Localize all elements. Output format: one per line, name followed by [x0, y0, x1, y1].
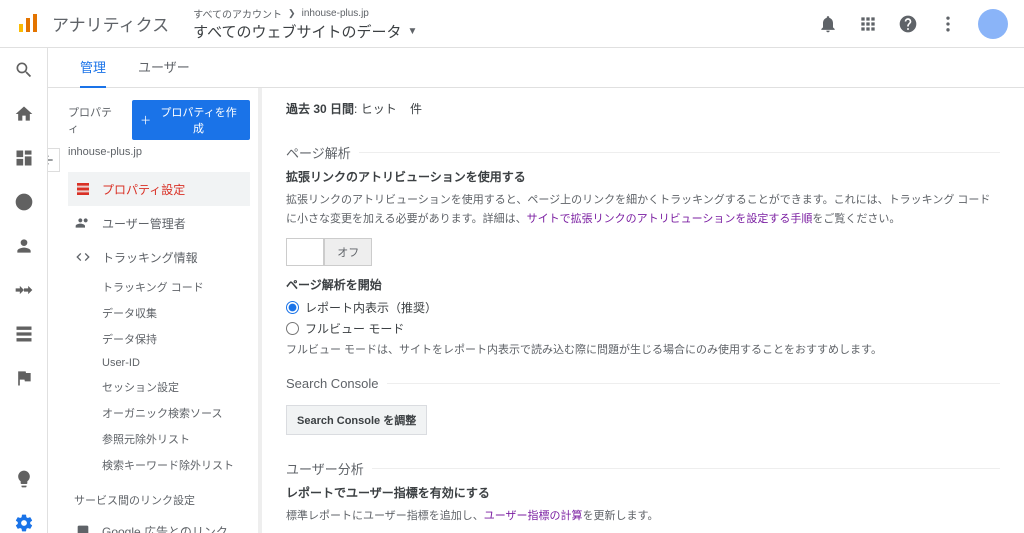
settings-panel: 過去 30 日間: ヒット 件 ページ解析 拡張リンクのアトリビューションを使用…: [258, 88, 1024, 533]
view-title: すべてのウェブサイトのデータ: [193, 21, 401, 42]
tab-admin[interactable]: 管理: [80, 48, 106, 88]
sidebar-item-property-settings[interactable]: プロパティ設定: [68, 172, 250, 206]
help-icon[interactable]: [898, 14, 918, 34]
person-icon[interactable]: [14, 236, 34, 256]
search-icon[interactable]: [14, 60, 34, 80]
tab-users[interactable]: ユーザー: [138, 48, 190, 88]
user-metrics-link[interactable]: ユーザー指標の計算: [484, 510, 583, 522]
discover-icon[interactable]: [14, 469, 34, 489]
sub-user-id[interactable]: User-ID: [102, 352, 250, 374]
user-metrics-desc: 標準レポートにユーザー指標を追加し、ユーザー指標の計算を更新します。: [286, 507, 1000, 526]
section-page-analysis: ページ解析: [286, 143, 1000, 162]
crumb-property: inhouse-plus.jp: [302, 8, 369, 19]
acquisition-icon[interactable]: [14, 280, 34, 300]
ads-icon: [75, 523, 91, 533]
property-label: プロパティ: [68, 104, 122, 136]
chevron-right-icon: ❯: [288, 8, 296, 19]
sub-session-settings[interactable]: セッション設定: [102, 374, 250, 400]
sub-organic-sources[interactable]: オーガニック検索ソース: [102, 400, 250, 426]
adjust-search-console-button[interactable]: Search Console を調整: [286, 405, 427, 435]
radio-full-view[interactable]: フルビュー モード: [286, 320, 1000, 337]
clock-icon[interactable]: [14, 192, 34, 212]
apps-icon[interactable]: [858, 14, 878, 34]
arrow-left-icon: [48, 153, 55, 167]
enhanced-attr-heading: 拡張リンクのアトリビューションを使用する: [286, 168, 1000, 185]
enhanced-attr-toggle[interactable]: オフ: [286, 238, 1000, 266]
property-sidebar: プロパティ ＋プロパティを作成 inhouse-plus.jp プロパティ設定 …: [48, 88, 258, 533]
sub-search-term-exclusion[interactable]: 検索キーワード除外リスト: [102, 452, 250, 478]
app-header: アナリティクス すべてのアカウント ❯ inhouse-plus.jp すべての…: [0, 0, 1024, 48]
section-user-analysis: ユーザー分析: [286, 459, 1000, 478]
product-linking-caption: サービス間のリンク設定: [68, 478, 250, 514]
admin-tabs: 管理 ユーザー: [48, 48, 1024, 88]
enhanced-attr-desc: 拡張リンクのアトリビューションを使用すると、ページ上のリンクを細かくトラッキング…: [286, 191, 1000, 228]
sub-data-collection[interactable]: データ収集: [102, 300, 250, 326]
code-icon: [75, 249, 91, 265]
settings-box-icon: [75, 181, 91, 197]
create-property-button[interactable]: ＋プロパティを作成: [132, 100, 250, 140]
behavior-icon[interactable]: [14, 324, 34, 344]
plus-icon: ＋: [140, 112, 151, 128]
home-icon[interactable]: [14, 104, 34, 124]
sub-data-retention[interactable]: データ保持: [102, 326, 250, 352]
enhanced-attr-link[interactable]: サイトで拡張リンクのアトリビューションを設定する手順: [527, 213, 813, 225]
sub-tracking-code[interactable]: トラッキング コード: [102, 274, 250, 300]
user-metrics-heading: レポートでユーザー指標を有効にする: [286, 484, 1000, 501]
full-view-note: フルビュー モードは、サイトをレポート内表示で読み込む際に問題が生じる場合にのみ…: [286, 341, 1000, 360]
brand-title: アナリティクス: [52, 11, 169, 36]
toggle-on-option[interactable]: [286, 238, 324, 266]
bell-icon[interactable]: [818, 14, 838, 34]
sidebar-item-google-ads-link[interactable]: Google 広告とのリンク: [68, 514, 250, 533]
nav-rail: [0, 48, 48, 533]
dashboard-icon[interactable]: [14, 148, 34, 168]
tracking-submenu: トラッキング コード データ収集 データ保持 User-ID セッション設定 オ…: [68, 274, 250, 478]
user-avatar[interactable]: [978, 9, 1008, 39]
section-search-console: Search Console: [286, 376, 1000, 391]
crumb-accounts: すべてのアカウント: [193, 6, 282, 21]
flag-icon[interactable]: [14, 368, 34, 388]
start-analysis-heading: ページ解析を開始: [286, 276, 1000, 293]
property-name[interactable]: inhouse-plus.jp: [68, 146, 250, 158]
back-button[interactable]: [48, 148, 60, 172]
sub-referral-exclusion[interactable]: 参照元除外リスト: [102, 426, 250, 452]
toggle-off-option[interactable]: オフ: [324, 238, 372, 266]
people-icon: [75, 215, 91, 231]
analytics-logo-icon: [16, 12, 40, 36]
breadcrumb[interactable]: すべてのアカウント ❯ inhouse-plus.jp すべてのウェブサイトのデ…: [193, 6, 818, 42]
radio-in-report[interactable]: レポート内表示（推奨）: [286, 299, 1000, 316]
sidebar-item-tracking-info[interactable]: トラッキング情報: [68, 240, 250, 274]
more-icon[interactable]: [938, 14, 958, 34]
dropdown-icon: ▼: [408, 26, 418, 37]
sidebar-item-user-management[interactable]: ユーザー管理者: [68, 206, 250, 240]
gear-icon[interactable]: [14, 513, 34, 533]
hit-metric: 過去 30 日間: ヒット 件: [286, 100, 1000, 127]
